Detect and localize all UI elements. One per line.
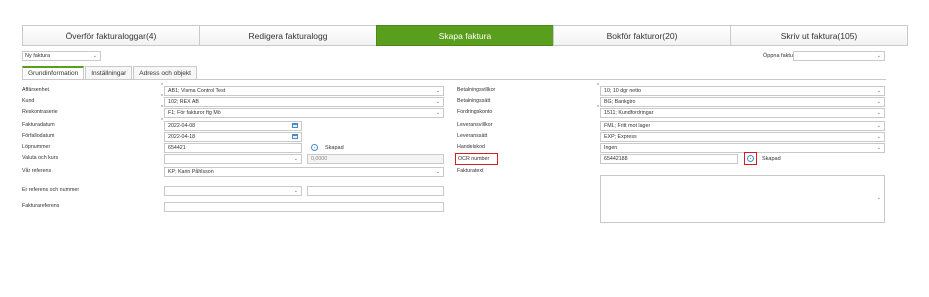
fordringskonto-select[interactable]: 1511; Kundfordringar ⌄ (600, 108, 885, 118)
tab-installningar[interactable]: Inställningar (85, 66, 133, 80)
required-marker: * (161, 83, 163, 89)
chevron-down-icon: ⌄ (92, 53, 97, 59)
leveransvillkor-select[interactable]: FML; Fritt mot lager ⌄ (600, 121, 885, 131)
lopnummer-label: Löpnummer (22, 144, 51, 150)
invoice-type-value: Ny faktura (25, 53, 51, 59)
var-referens-label: Vår referens (22, 168, 52, 174)
fakturadatum-value: 2022-04-08 (168, 123, 196, 129)
lopnummer-status: Skapad (325, 145, 344, 151)
chevron-down-icon: ⌄ (876, 134, 881, 140)
reskontraserie-value: F1; För fakturor ftg Mö (168, 110, 221, 116)
ocr-number-value: 65442188 (604, 156, 628, 162)
required-marker: * (597, 83, 599, 89)
forfallodatum-input[interactable]: 2022-04-18 (164, 132, 302, 142)
fakturatext-input[interactable]: ⌄ (600, 175, 885, 223)
book-invoices-button[interactable]: Bokför fakturor(20) (553, 25, 730, 46)
required-marker: * (161, 105, 163, 111)
betalningsvillkor-select[interactable]: 10; 10 dgr netto ⌄ (600, 86, 885, 96)
fakturatext-label: Fakturatext (457, 168, 484, 174)
required-marker: * (597, 105, 599, 111)
chevron-down-icon: ⌄ (876, 123, 881, 129)
kund-value: 102; REX AB (168, 99, 199, 105)
chevron-down-icon: ⌄ (876, 99, 881, 105)
reskontraserie-label: Reskontraserie (22, 109, 58, 115)
handelskod-select[interactable]: Ingen ⌄ (600, 143, 885, 153)
handelskod-value: Ingen (604, 145, 618, 151)
action-toolbar: Överför fakturaloggar(4) Redigera faktur… (22, 25, 908, 46)
status-icon[interactable] (747, 155, 754, 162)
required-marker: * (161, 94, 163, 100)
currency-rate-field: 0,0000 (307, 154, 444, 164)
print-invoice-button[interactable]: Skriv ut faktura(105) (730, 25, 908, 46)
tab-adress-och-objekt[interactable]: Adress och objekt (133, 66, 197, 80)
leveranssatt-value: EXP; Express (604, 134, 637, 140)
leveransvillkor-label: Leveransvillkor (457, 122, 493, 128)
var-referens-select[interactable]: KP; Karin Påhlsson ⌄ (164, 167, 444, 177)
affarsenhet-label: Affärsenhet (22, 87, 49, 93)
fakturareferens-label: Fakturareferens (22, 203, 60, 209)
required-marker: * (161, 118, 163, 124)
kund-select[interactable]: 102; REX AB ⌄ (164, 97, 444, 107)
chevron-down-icon: ⌄ (435, 99, 440, 105)
lopnummer-input[interactable]: 654421 (164, 143, 302, 153)
forfallodatum-value: 2022-04-18 (168, 134, 196, 140)
er-referens-select[interactable]: ⌄ (164, 186, 302, 196)
leveranssatt-select[interactable]: EXP; Express ⌄ (600, 132, 885, 142)
chevron-down-icon: ⌄ (876, 110, 881, 116)
fakturadatum-label: Fakturadatum (22, 122, 55, 128)
open-invoice-select[interactable]: ⌄ (793, 51, 885, 61)
chevron-down-icon: ⌄ (876, 145, 881, 151)
chevron-down-icon: ⌄ (293, 156, 298, 162)
chevron-down-icon: ⌄ (876, 53, 881, 59)
invoice-type-select[interactable]: Ny faktura ⌄ (22, 51, 101, 61)
betalningsvillkor-value: 10; 10 dgr netto (604, 88, 642, 94)
chevron-down-icon: ⌄ (435, 169, 440, 175)
handelskod-label: Handelskod (457, 144, 485, 150)
fakturadatum-input[interactable]: 2022-04-08 (164, 121, 302, 131)
kund-label: Kund (22, 98, 35, 104)
valuta-select[interactable]: ⌄ (164, 154, 302, 164)
betalningssatt-label: Betalningssätt (457, 98, 491, 104)
forfallodatum-label: Förfallodatum (22, 133, 55, 139)
ocr-status: Skapad (762, 156, 781, 162)
var-referens-value: KP; Karin Påhlsson (168, 169, 214, 175)
leveranssatt-label: Leveranssätt (457, 133, 488, 139)
form-tabs: Grundinformation Inställningar Adress oc… (22, 66, 198, 80)
reskontraserie-select[interactable]: F1; För fakturor ftg Mö ⌄ (164, 108, 444, 118)
chevron-down-icon: ⌄ (876, 195, 881, 201)
ocr-number-label: OCR number (455, 153, 498, 165)
betalningsvillkor-label: Betalningsvillkor (457, 87, 496, 93)
fakturareferens-input[interactable] (164, 202, 444, 212)
chevron-down-icon: ⌄ (435, 110, 440, 116)
ocr-number-input[interactable]: 65442188 (600, 154, 738, 164)
er-referens-label: Er referens och nummer (22, 187, 80, 193)
valuta-label: Valuta och kurs (22, 155, 59, 161)
lopnummer-value: 654421 (168, 145, 186, 151)
leveransvillkor-value: FML; Fritt mot lager (604, 123, 651, 129)
status-icon (311, 144, 318, 151)
calendar-icon[interactable] (292, 123, 298, 128)
betalningssatt-value: BG; Bankgiro (604, 99, 636, 105)
tab-divider (22, 79, 886, 80)
affarsenhet-select[interactable]: AB1; Visma Control Test ⌄ (164, 86, 444, 96)
chevron-down-icon: ⌄ (435, 88, 440, 94)
fordringskonto-label: Fordringskonto (457, 109, 493, 115)
fordringskonto-value: 1511; Kundfordringar (604, 110, 654, 116)
betalningssatt-select[interactable]: BG; Bankgiro ⌄ (600, 97, 885, 107)
chevron-down-icon: ⌄ (876, 88, 881, 94)
currency-rate-value: 0,0000 (311, 156, 328, 162)
calendar-icon[interactable] (292, 134, 298, 139)
transfer-invoice-logs-button[interactable]: Överför fakturaloggar(4) (22, 25, 199, 46)
create-invoice-button[interactable]: Skapa faktura (376, 25, 553, 46)
er-nummer-input[interactable] (307, 186, 444, 196)
chevron-down-icon: ⌄ (293, 188, 298, 194)
affarsenhet-value: AB1; Visma Control Test (168, 88, 226, 94)
tab-grundinformation[interactable]: Grundinformation (22, 66, 85, 80)
edit-invoice-log-button[interactable]: Redigera fakturalogg (199, 25, 376, 46)
